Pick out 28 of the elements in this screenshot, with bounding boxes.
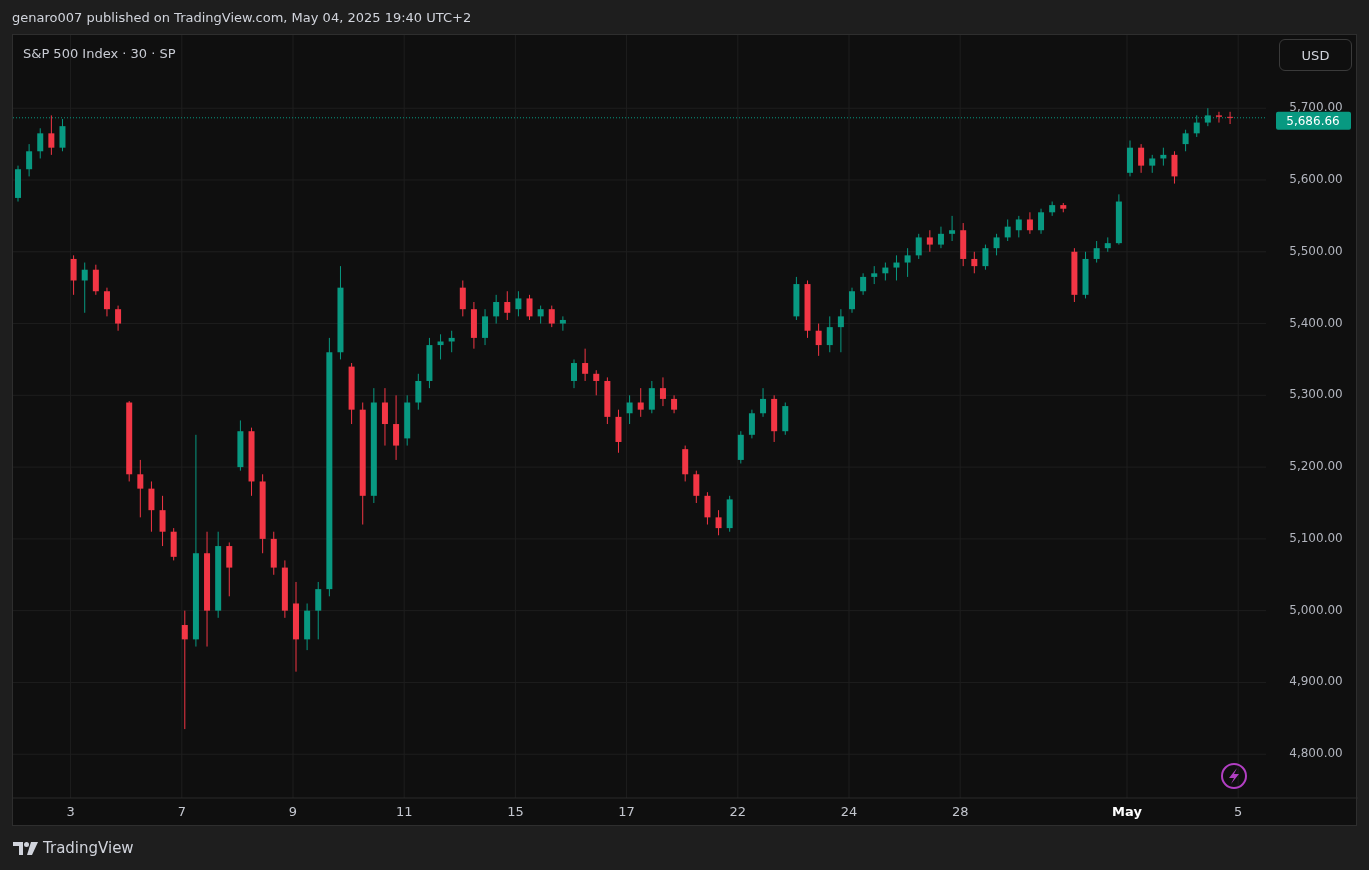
price-axis-label: 5,100.00 <box>1289 530 1343 545</box>
price-axis-label: 4,900.00 <box>1289 674 1343 689</box>
price-axis-label: 5,200.00 <box>1289 459 1343 474</box>
price-axis-label: 4,800.00 <box>1289 746 1343 761</box>
time-axis-label: 24 <box>840 804 858 819</box>
time-axis-label: 3 <box>66 804 75 819</box>
time-axis-label: 28 <box>951 804 969 819</box>
ref-line-label: 5,686.66 <box>1286 113 1340 128</box>
price-axis-label: 5,300.00 <box>1289 387 1343 402</box>
price-axis-label: 5,000.00 <box>1289 602 1343 617</box>
time-axis-label: 11 <box>395 804 413 819</box>
currency-button[interactable]: USD <box>1279 39 1352 71</box>
chart-title: S&P 500 Index · 30 · SP <box>23 46 176 61</box>
tradingview-logo-icon <box>13 841 38 855</box>
time-axis-label: May <box>1112 804 1142 819</box>
time-axis-label: 15 <box>507 804 524 819</box>
logo-text: TradingView <box>43 839 134 857</box>
time-axis-label: 9 <box>288 804 298 819</box>
publish-info: genaro007 published on TradingView.com, May 04, 2025 19:40 UTC+2 <box>11 9 473 27</box>
price-axis-label: 5,600.00 <box>1289 172 1343 186</box>
lightning-icon[interactable] <box>1221 763 1247 789</box>
time-axis-label: 17 <box>618 804 635 819</box>
price-axis-label: 5,500.00 <box>1289 243 1343 258</box>
time-axis-label: 5 <box>1234 804 1243 819</box>
price-axis-label: 5,400.00 <box>1289 315 1343 330</box>
last-price-tag: 5,686.66 <box>1276 111 1351 130</box>
time-axis-label: 7 <box>177 804 186 819</box>
time-axis-label: 22 <box>729 804 747 819</box>
